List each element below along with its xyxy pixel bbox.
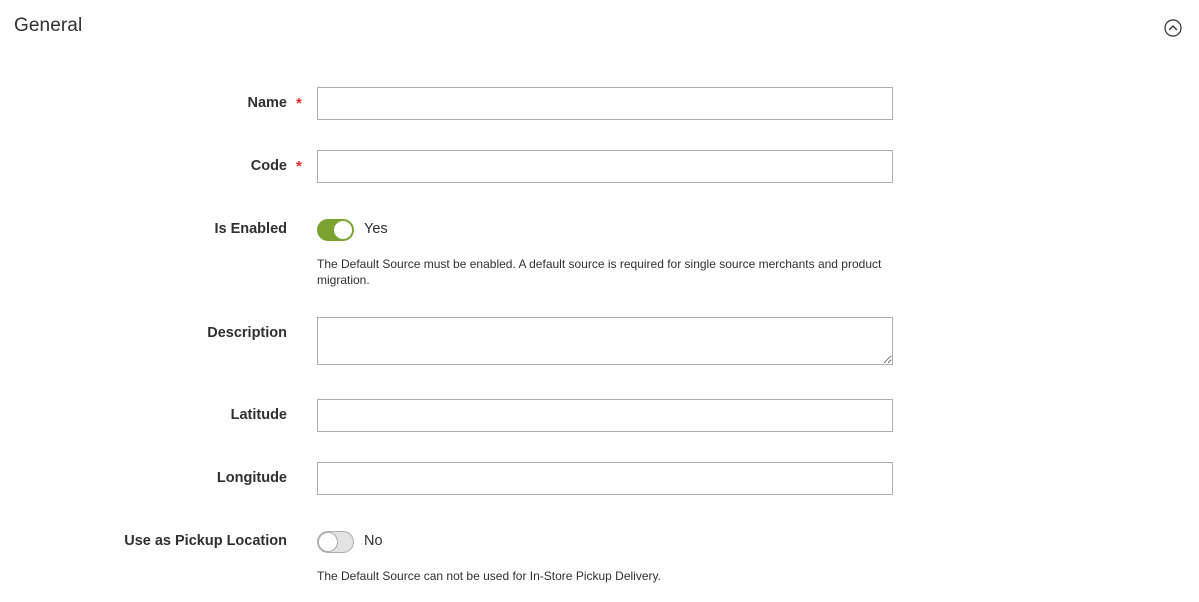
name-label: Name [247, 95, 288, 111]
pickup-location-toggle[interactable] [317, 531, 354, 553]
section-title: General [14, 15, 83, 36]
latitude-label: Latitude [230, 407, 287, 423]
pickup-location-note: The Default Source can not be used for I… [317, 569, 661, 583]
name-input[interactable] [317, 87, 893, 120]
code-input[interactable] [317, 150, 893, 183]
code-required-mark: * [296, 158, 302, 175]
code-label: Code [250, 158, 287, 174]
is-enabled-note: The Default Source must be enabled. A de… [317, 257, 882, 287]
pickup-location-label: Use as Pickup Location [124, 533, 287, 549]
pickup-location-state-text: No [364, 533, 383, 549]
general-section: General Name * Code * Is Enabled Yes The… [0, 0, 1199, 602]
description-label: Description [207, 325, 287, 341]
name-required-mark: * [296, 95, 302, 112]
toggle-knob [333, 220, 353, 240]
is-enabled-toggle[interactable] [317, 219, 354, 241]
chevron-up-circle-icon[interactable] [1164, 19, 1182, 37]
latitude-input[interactable] [317, 399, 893, 432]
is-enabled-label: Is Enabled [214, 221, 287, 237]
is-enabled-state-text: Yes [364, 221, 388, 237]
toggle-knob [318, 532, 338, 552]
longitude-input[interactable] [317, 462, 893, 495]
longitude-label: Longitude [216, 470, 287, 486]
description-textarea[interactable] [317, 317, 893, 365]
